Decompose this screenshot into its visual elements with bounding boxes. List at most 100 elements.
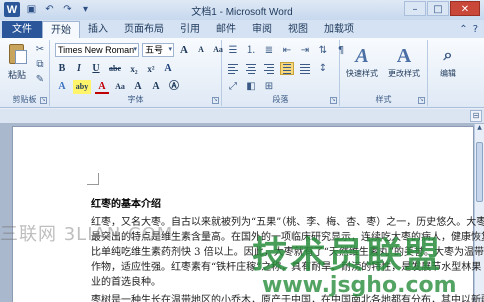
font-name-combo[interactable]: Times New Roman ▾ (55, 43, 139, 57)
styles-group: A 快速样式 A 更改样式 样式 ↘ (340, 40, 428, 106)
tab-view[interactable]: 视图 (280, 21, 316, 38)
change-styles-label: 更改样式 (388, 69, 420, 78)
tab-references[interactable]: 引用 (172, 21, 208, 38)
strikethrough-button[interactable]: abe (106, 62, 124, 76)
paragraph-group: ☰ ⒈ ≣ ⇤ ⇥ ⇅ ¶ ↕ ⤢ ◧ ⊞ 段落 ↘ (222, 40, 344, 106)
tab-mailings[interactable]: 邮件 (208, 21, 244, 38)
scrollbar-thumb[interactable] (476, 142, 483, 202)
superscript-button[interactable]: x² (144, 62, 158, 76)
tab-insert[interactable]: 插入 (80, 21, 116, 38)
view-ruler-icon[interactable]: ⊟ (470, 110, 482, 122)
editing-label: 编辑 (440, 69, 456, 78)
tab-file[interactable]: 文件 (2, 21, 42, 38)
subscript-button[interactable]: x₂ (127, 62, 141, 76)
borders-icon[interactable]: ⊞ (262, 80, 276, 93)
editing-group: ⌕ 编辑 (428, 40, 468, 106)
paragraph-row-3: ⤢ ◧ ⊞ (226, 80, 276, 93)
quick-styles-label: 快速样式 (346, 69, 378, 78)
line-spacing-icon[interactable]: ↕ (316, 62, 330, 75)
quick-styles-button[interactable]: A 快速样式 (344, 44, 380, 79)
font-group: Times New Roman ▾ 五号 ▾ A A Aa B I U abe … (50, 40, 225, 106)
maximize-button[interactable]: □ (427, 1, 449, 16)
scroll-up-icon[interactable]: ▲ (475, 124, 484, 134)
paste-icon (6, 42, 28, 66)
minimize-button[interactable]: – (404, 1, 426, 16)
document-line: 业的首选良种。 (91, 277, 161, 288)
italic-button[interactable]: I (72, 62, 86, 76)
character-shading-button[interactable]: Aa (113, 80, 127, 94)
grow-font-button[interactable]: A (177, 43, 191, 57)
enclose-characters-button[interactable]: Ⓐ (167, 80, 181, 94)
change-styles-icon: A (396, 45, 412, 67)
watermark-url: www.jsgho.com (262, 273, 457, 298)
font-launcher-icon[interactable]: ↘ (212, 97, 219, 104)
font-size-combo[interactable]: 五号 ▾ (142, 43, 174, 57)
close-button[interactable]: ✕ (450, 1, 480, 16)
tab-addins[interactable]: 加载项 (316, 21, 362, 38)
chevron-down-icon: ▾ (168, 46, 172, 53)
title-bar: W ▣ ↶ ↷ ▾ 文档1 - Microsoft Word – □ ✕ (0, 0, 484, 20)
document-heading: 红枣的基本介绍 (91, 199, 161, 210)
font-row-2: B I U abe x₂ x² A (55, 62, 175, 76)
change-styles-button[interactable]: A 更改样式 (386, 44, 422, 79)
font-color-button[interactable]: A (95, 80, 109, 94)
quick-styles-icon: A (355, 45, 369, 67)
cut-icon[interactable]: ✂ (34, 44, 46, 55)
clipboard-group: 粘贴 ✂ ⧉ ✎ 剪贴板 ↘ (0, 40, 50, 106)
chevron-down-icon: ▾ (133, 46, 137, 53)
character-border-button[interactable]: A (131, 80, 145, 94)
justify-icon[interactable] (280, 62, 294, 75)
ribbon-tabs: 文件 开始 插入 页面布局 引用 邮件 审阅 视图 加载项 ⌃ ? (0, 20, 484, 38)
ribbon-right-controls: ⌃ ? (459, 21, 484, 38)
paste-button[interactable]: 粘贴 (4, 42, 30, 81)
watermark-left: 三联网 3LIAN.COM (0, 224, 174, 245)
multilevel-list-icon[interactable]: ≣ (262, 44, 276, 57)
distributed-icon[interactable] (298, 62, 312, 75)
paragraph-group-label: 段落 (272, 95, 289, 104)
highlight-button[interactable]: aby (73, 80, 91, 94)
align-right-icon[interactable] (262, 62, 276, 75)
clear-formatting-button[interactable]: A (161, 62, 175, 76)
ribbon: 粘贴 ✂ ⧉ ✎ 剪贴板 ↘ Times New Roman ▾ 五号 ▾ A … (0, 38, 484, 108)
underline-button[interactable]: U (89, 62, 103, 76)
align-left-icon[interactable] (226, 62, 240, 75)
ruler: ⊟ (0, 109, 484, 123)
styles-launcher-icon[interactable]: ↘ (418, 97, 425, 104)
clipboard-launcher-icon[interactable]: ↘ (40, 97, 47, 104)
crop-mark (87, 173, 99, 185)
bullets-icon[interactable]: ☰ (226, 44, 240, 57)
paragraph-row-2: ↕ (226, 62, 330, 75)
bold-button[interactable]: B (55, 62, 69, 76)
tab-review[interactable]: 审阅 (244, 21, 280, 38)
shading-icon[interactable]: ◧ (244, 80, 258, 93)
watermark-logo-text: 技术员联盟 (252, 235, 443, 276)
increase-indent-icon[interactable]: ⇥ (298, 44, 312, 57)
font-name-value: Times New Roman (58, 45, 135, 55)
font-row-3: A aby A Aa A A Ⓐ (55, 80, 181, 94)
font-size-value: 五号 (145, 45, 164, 55)
editing-button[interactable]: ⌕ 编辑 (430, 44, 466, 79)
find-icon: ⌕ (443, 47, 453, 64)
help-icon[interactable]: ? (473, 21, 478, 38)
numbering-icon[interactable]: ⒈ (244, 44, 258, 57)
word-window: W ▣ ↶ ↷ ▾ 文档1 - Microsoft Word – □ ✕ 文件 … (0, 0, 484, 302)
text-effects-button[interactable]: A (55, 80, 69, 94)
align-center-icon[interactable] (244, 62, 258, 75)
paste-label: 粘贴 (7, 70, 26, 80)
tab-page-layout[interactable]: 页面布局 (116, 21, 172, 38)
shrink-font-button[interactable]: A (194, 43, 208, 57)
decrease-indent-icon[interactable]: ⇤ (280, 44, 294, 57)
font-group-label: 字体 (127, 95, 144, 104)
text-direction-icon[interactable]: ⤢ (226, 80, 240, 93)
format-painter-icon[interactable]: ✎ (34, 74, 46, 85)
styles-group-label: 样式 (375, 95, 392, 104)
clipboard-small-buttons: ✂ ⧉ ✎ (34, 44, 46, 85)
sort-icon[interactable]: ⇅ (316, 44, 330, 57)
paragraph-launcher-icon[interactable]: ↘ (330, 97, 337, 104)
tab-home[interactable]: 开始 (42, 21, 80, 38)
font-row-1: Times New Roman ▾ 五号 ▾ A A Aa (55, 43, 225, 57)
copy-icon[interactable]: ⧉ (34, 59, 46, 70)
minimize-ribbon-icon[interactable]: ⌃ (459, 21, 467, 38)
phonetic-guide-button[interactable]: A (149, 80, 163, 94)
paragraph-row-1: ☰ ⒈ ≣ ⇤ ⇥ ⇅ ¶ (226, 44, 348, 57)
